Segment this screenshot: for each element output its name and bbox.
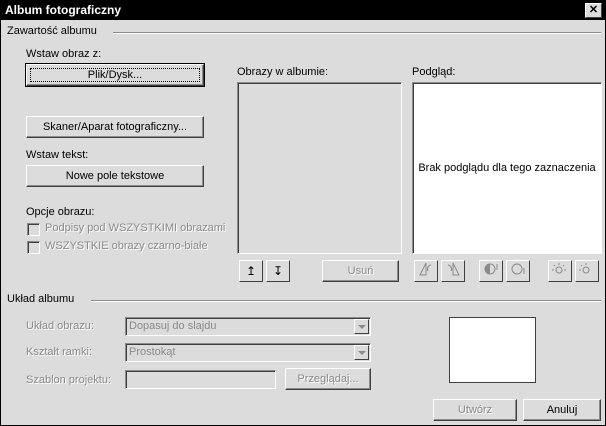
design-template-label: Szablon projektu: [26, 374, 111, 386]
window-title: Album fotograficzny [5, 3, 121, 17]
rotate-left-button[interactable] [414, 260, 438, 282]
chevron-down-icon[interactable] [354, 319, 369, 334]
rotate-right-button[interactable] [441, 260, 465, 282]
picture-layout-select[interactable]: Dopasuj do slajdu [125, 317, 371, 336]
captions-checkbox[interactable] [27, 223, 40, 236]
remove-button-label: Usuń [347, 265, 374, 277]
captions-checkbox-label: Podpisy pod WSZYSTKIMI obrazami [45, 222, 226, 234]
preview-empty-text: Brak podglądu dla tego zaznaczenia [418, 162, 596, 174]
layout-preview-box [449, 317, 536, 383]
title-bar: Album fotograficzny ✕ [1, 1, 605, 20]
cancel-button-label: Anuluj [546, 404, 578, 416]
brightness-more-button[interactable] [548, 260, 572, 282]
album-layout-divider [91, 300, 601, 302]
insert-picture-label: Wstaw obraz z: [26, 48, 102, 60]
frame-shape-label: Kształt ramki: [26, 346, 93, 358]
frame-shape-value: Prostokąt [129, 346, 176, 358]
brightness-less-button[interactable] [575, 260, 599, 282]
close-icon: ✕ [588, 4, 599, 16]
brightness-more-icon [552, 263, 566, 274]
new-textbox-button-label: Nowe pole tekstowe [65, 170, 165, 182]
contrast-more-icon [484, 263, 498, 275]
rotate-left-icon [419, 262, 432, 276]
picture-options-label: Opcje obrazu: [26, 206, 95, 218]
move-up-icon: ↥ [245, 264, 257, 278]
insert-text-label: Wstaw tekst: [26, 149, 89, 161]
cancel-button[interactable]: Anuluj [523, 399, 601, 421]
preview-label: Podgląd: [412, 66, 456, 78]
preview-area: Brak podglądu dla tego zaznaczenia [412, 82, 602, 254]
picture-layout-label: Układ obrazu: [26, 320, 94, 332]
album-layout-group-title: Układ albumu [7, 293, 75, 305]
create-button[interactable]: Utwórz [433, 399, 517, 421]
contrast-less-button[interactable] [506, 260, 530, 282]
contrast-less-icon [511, 263, 525, 275]
pictures-list[interactable] [237, 82, 402, 254]
browse-button[interactable]: Przeglądaj... [285, 368, 371, 390]
design-template-input[interactable] [125, 370, 276, 389]
picture-layout-value: Dopasuj do slajdu [129, 320, 217, 332]
chevron-down-icon[interactable] [354, 345, 369, 360]
pictures-in-album-label: Obrazy w albumie: [237, 66, 329, 78]
frame-shape-select[interactable]: Prostokąt [125, 343, 371, 362]
scanner-camera-button[interactable]: Skaner/Aparat fotograficzny... [26, 116, 204, 138]
album-content-divider [113, 32, 601, 34]
album-content-group-title: Zawartość albumu [7, 25, 97, 37]
black-white-checkbox-label: WSZYSTKIE obrazy czarno-białe [45, 240, 208, 252]
album-dialog: Album fotograficzny ✕ Zawartość albumu W… [0, 0, 606, 426]
move-up-button[interactable]: ↥ [239, 260, 263, 282]
scanner-button-label: Skaner/Aparat fotograficzny... [42, 121, 188, 133]
browse-button-label: Przeglądaj... [297, 373, 359, 385]
rotate-right-icon [447, 262, 460, 276]
create-button-label: Utwórz [457, 404, 493, 416]
brightness-less-icon [579, 263, 590, 274]
move-down-button[interactable]: ↧ [266, 260, 290, 282]
move-down-icon: ↧ [272, 264, 284, 278]
new-textbox-button[interactable]: Nowe pole tekstowe [26, 165, 204, 187]
file-disk-button[interactable]: Plik/Dysk... [25, 63, 205, 87]
black-white-checkbox[interactable] [27, 241, 40, 254]
remove-button[interactable]: Usuń [322, 260, 399, 282]
file-disk-button-label: Plik/Dysk... [87, 69, 143, 81]
contrast-more-button[interactable] [479, 260, 503, 282]
close-button[interactable]: ✕ [585, 3, 602, 18]
